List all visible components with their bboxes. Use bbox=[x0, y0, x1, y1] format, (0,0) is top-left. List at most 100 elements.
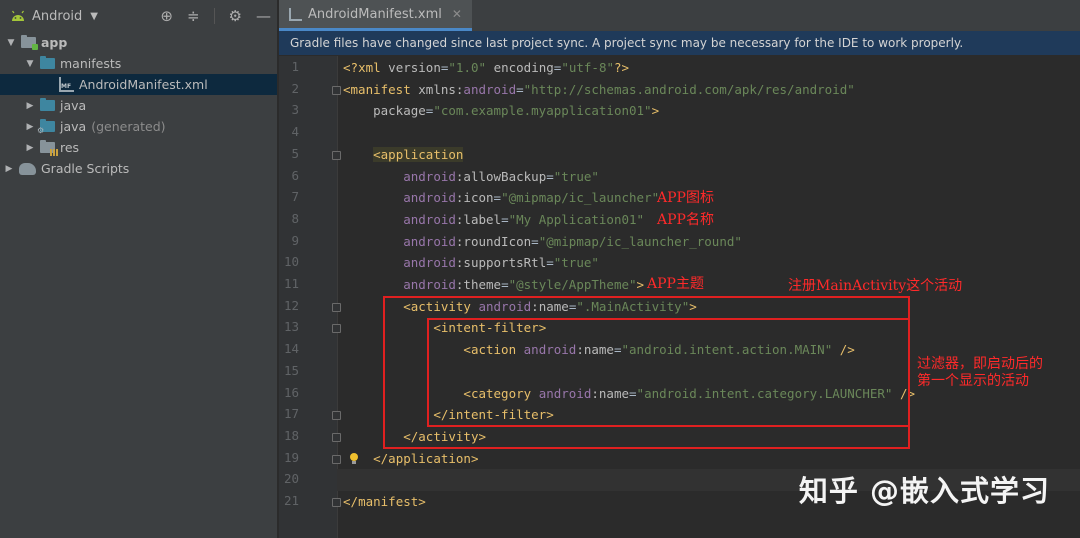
line-number: 20 bbox=[283, 471, 299, 487]
code-token: android bbox=[403, 255, 456, 271]
collapse-arrow-icon[interactable]: ▶ bbox=[4, 164, 14, 174]
fold-marker-icon[interactable] bbox=[332, 498, 341, 507]
code-line: android:roundIcon="@mipmap/ic_launcher_r… bbox=[343, 231, 742, 253]
expand-arrow-icon[interactable]: ▼ bbox=[25, 59, 35, 69]
collapse-arrow-icon[interactable]: ▶ bbox=[25, 143, 35, 153]
project-panel-header: Android ▼ ⊕ ≑ ⚙ — bbox=[0, 0, 277, 32]
line-number: 10 bbox=[283, 254, 299, 270]
code-token: :theme bbox=[455, 277, 502, 292]
code-token: > bbox=[651, 103, 660, 119]
minimize-icon[interactable]: — bbox=[256, 8, 271, 24]
code-token: < bbox=[343, 81, 351, 97]
code-token: application bbox=[388, 450, 471, 466]
code-token: :label bbox=[455, 211, 502, 227]
locate-icon[interactable]: ⊕ bbox=[160, 8, 173, 24]
tree-item-label: AndroidManifest.xml bbox=[79, 77, 208, 92]
code-token: </ bbox=[343, 494, 359, 509]
expand-arrow-icon[interactable]: ▼ bbox=[6, 38, 16, 48]
code-line: android:allowBackup="true" bbox=[343, 166, 599, 188]
line-number-gutter: 1 2 3 4 5 6 7 8 9 10 11 12 13 14 15 16 17 18 19 20 21 bbox=[279, 56, 337, 538]
code-token: :roundIcon bbox=[455, 233, 532, 249]
collapse-all-icon[interactable]: ≑ bbox=[187, 8, 200, 24]
close-icon[interactable]: ✕ bbox=[452, 7, 462, 21]
tab-label: AndroidManifest.xml bbox=[308, 6, 442, 22]
code-token: "http://schemas.android.com/apk/res/andr… bbox=[523, 81, 855, 97]
code-token: </ bbox=[373, 450, 389, 466]
tree-item-label: res bbox=[60, 140, 80, 155]
code-token: version bbox=[388, 60, 441, 75]
code-line: <?xml version="1.0" encoding="utf-8"?> bbox=[343, 57, 629, 79]
line-number: 7 bbox=[291, 189, 299, 205]
editor-area: AndroidManifest.xml ✕ Gradle files have … bbox=[279, 0, 1080, 538]
tree-item-label: java bbox=[60, 119, 87, 134]
manifest-file-icon bbox=[59, 77, 74, 92]
tree-item[interactable]: ▶ Gradle Scripts bbox=[0, 158, 277, 179]
fold-marker-icon[interactable] bbox=[332, 454, 341, 464]
code-token: android bbox=[403, 190, 456, 206]
res-folder-icon bbox=[40, 140, 58, 156]
line-number: 19 bbox=[283, 449, 299, 465]
code-token: xml bbox=[358, 60, 389, 75]
gear-icon[interactable]: ⚙ bbox=[229, 8, 242, 24]
fold-marker-icon[interactable] bbox=[332, 302, 341, 312]
tree-item[interactable]: ▼ app bbox=[0, 32, 277, 53]
line-number: 15 bbox=[283, 362, 299, 378]
code-token: > bbox=[636, 277, 645, 292]
code-token: "true" bbox=[553, 255, 599, 271]
tree-item[interactable]: ▼ manifests bbox=[0, 53, 277, 74]
code-token: ?> bbox=[614, 60, 630, 75]
code-line: android:icon="@mipmap/ic_launcher" bbox=[343, 187, 659, 209]
fold-marker-icon[interactable] bbox=[332, 85, 341, 95]
code-token: = bbox=[493, 190, 502, 206]
line-number: 14 bbox=[283, 341, 299, 357]
tree-item[interactable]: AndroidManifest.xml bbox=[0, 74, 277, 95]
tree-item[interactable]: ▶ res bbox=[0, 137, 277, 158]
code-token: "@mipmap/ic_launcher" bbox=[501, 190, 660, 206]
toolbar-divider bbox=[213, 8, 215, 24]
fold-marker-icon[interactable] bbox=[332, 432, 341, 442]
annotation-filter-line2: 第一个显示的活动 bbox=[917, 373, 1029, 389]
annotation-app-name: APP名称 bbox=[657, 212, 714, 228]
folder-icon bbox=[40, 56, 55, 69]
chevron-down-icon[interactable]: ▼ bbox=[90, 11, 98, 22]
code-token: android bbox=[463, 81, 517, 97]
line-number: 13 bbox=[283, 319, 299, 335]
line-number: 5 bbox=[291, 145, 299, 161]
code-token: encoding bbox=[493, 60, 554, 75]
generated-folder-icon: ⚙ bbox=[37, 119, 55, 135]
line-number: 3 bbox=[291, 102, 299, 118]
annotation-app-theme: APP主题 bbox=[647, 276, 704, 292]
project-view-selector[interactable]: Android bbox=[32, 9, 82, 24]
tab-androidmanifest[interactable]: AndroidManifest.xml ✕ bbox=[279, 0, 472, 31]
line-number: 16 bbox=[283, 384, 299, 400]
lightbulb-icon[interactable] bbox=[349, 452, 359, 465]
line-number: 1 bbox=[291, 59, 299, 74]
collapse-arrow-icon[interactable]: ▶ bbox=[25, 101, 35, 111]
code-token: > bbox=[470, 450, 479, 466]
tree-item[interactable]: ▶ java bbox=[0, 95, 277, 116]
annotation-register-activity: 注册MainActivity这个活动 bbox=[788, 278, 963, 294]
fold-marker-icon[interactable] bbox=[332, 150, 341, 160]
watermark: 知乎 @嵌入式学习 bbox=[798, 474, 1050, 508]
tree-item[interactable]: ▶ ⚙ java (generated) bbox=[0, 116, 277, 137]
collapse-arrow-icon[interactable]: ▶ bbox=[25, 122, 35, 132]
code-line: </manifest> bbox=[343, 491, 426, 513]
code-line: <application bbox=[343, 144, 464, 166]
code-token: > bbox=[418, 494, 426, 509]
project-panel: Android ▼ ⊕ ≑ ⚙ — ▼ app ▼ manifests AndroidM… bbox=[0, 0, 278, 538]
line-number: 4 bbox=[291, 124, 299, 140]
code-line: android:label="My Application01" bbox=[343, 209, 644, 231]
line-number: 9 bbox=[291, 232, 299, 248]
code-token: manifest bbox=[350, 81, 419, 97]
fold-marker-icon[interactable] bbox=[332, 411, 341, 421]
annotation-app-icon: APP图标 bbox=[657, 190, 714, 206]
line-number: 8 bbox=[291, 210, 299, 226]
fold-marker-icon[interactable] bbox=[332, 324, 341, 334]
code-token: "utf-8" bbox=[561, 60, 614, 75]
code-editor[interactable]: 1 2 3 4 5 6 7 8 9 10 11 12 13 14 15 16 17 18 19 20 21 <?xml … bbox=[279, 56, 1080, 538]
